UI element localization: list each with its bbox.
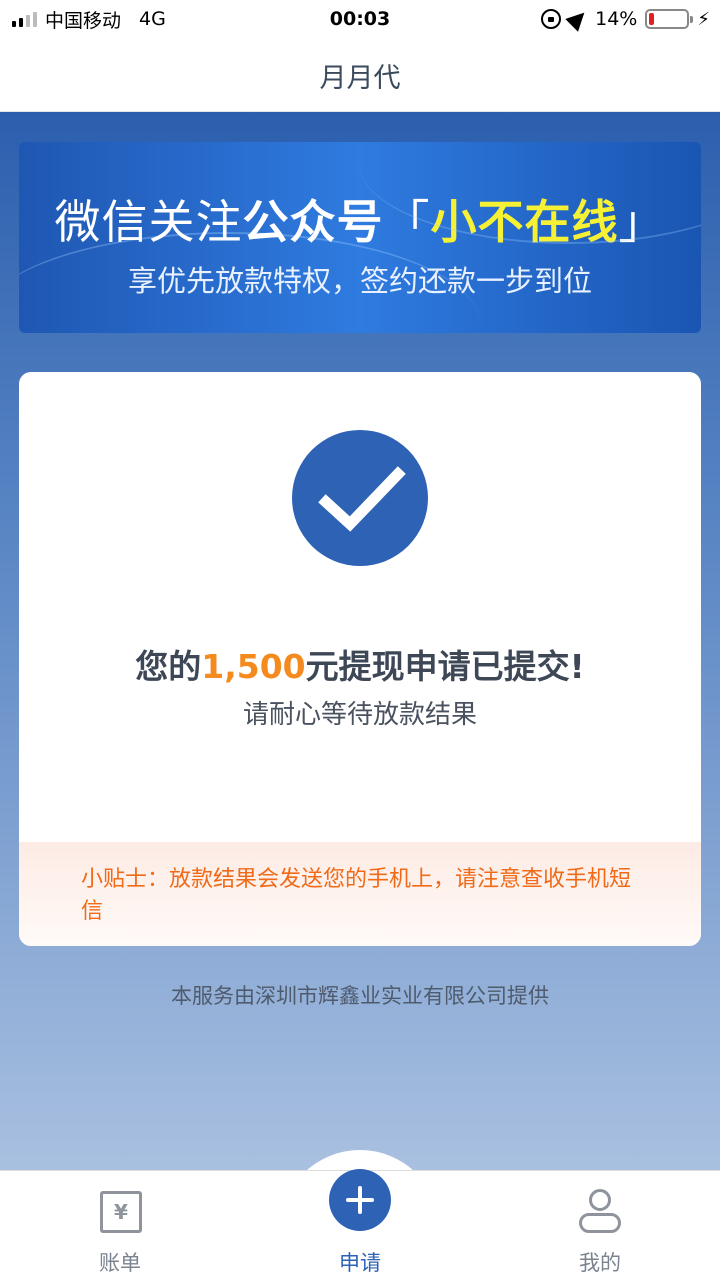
tab-bill[interactable]: ¥ 账单 [20, 1171, 220, 1280]
tab-bar: ¥ 账单 申请 我的 [0, 1169, 720, 1280]
submit-title: 您的1,500元提现申请已提交! [19, 640, 701, 688]
banner-bold-text: 公众号 [242, 195, 384, 249]
tab-apply[interactable]: 申请 [260, 1169, 460, 1280]
withdraw-amount: 1,500 [201, 647, 306, 686]
rotation-lock-icon [541, 9, 562, 29]
tab-apply-label: 申请 [339, 1251, 381, 1275]
success-check-icon [292, 430, 428, 566]
provider-text: 本服务由深圳市辉鑫业实业有限公司提供 [171, 984, 549, 1008]
charging-icon: ⚡ [697, 8, 710, 30]
battery-percent: 14% [595, 8, 638, 30]
banner-bracket-close: 」 [618, 195, 666, 249]
user-icon [577, 1189, 623, 1235]
status-right: 14% ⚡ [541, 0, 710, 38]
page-title: 月月代 [319, 63, 401, 94]
banner-bracket-open: 「 [383, 195, 431, 249]
status-bar: 中国移动 4G 00:03 14% ⚡ [0, 0, 720, 38]
banner-prefix: 微信关注 [54, 195, 243, 249]
tab-mine-label: 我的 [579, 1251, 621, 1275]
submit-subtitle: 请耐心等待放款结果 [242, 700, 477, 730]
tab-bill-label: 账单 [99, 1251, 141, 1275]
banner-subtitle: 享优先放款特权，签约还款一步到位 [127, 264, 592, 298]
tip-box: 小贴士：放款结果会发送您的手机上，请注意查收手机短信 [19, 842, 701, 946]
banner-headline: 微信关注公众号「小不在线」 [19, 186, 701, 252]
main-content: 微信关注公众号「小不在线」 享优先放款特权，签约还款一步到位 您的1,500元提… [0, 112, 720, 1170]
battery-icon [645, 9, 694, 29]
plus-icon[interactable] [329, 1169, 391, 1231]
title-suffix: 元提现申请已提交! [305, 647, 585, 686]
wechat-banner[interactable]: 微信关注公众号「小不在线」 享优先放款特权，签约还款一步到位 [19, 142, 701, 333]
location-icon [565, 6, 591, 32]
nav-bar: 月月代 [0, 38, 720, 112]
banner-highlight: 小不在线 [430, 195, 619, 249]
battery-level [649, 13, 655, 25]
title-prefix: 您的 [135, 647, 202, 686]
bill-icon: ¥ [100, 1191, 142, 1233]
result-card: 您的1,500元提现申请已提交! 请耐心等待放款结果 小贴士：放款结果会发送您的… [19, 372, 701, 946]
tab-mine[interactable]: 我的 [500, 1171, 700, 1280]
